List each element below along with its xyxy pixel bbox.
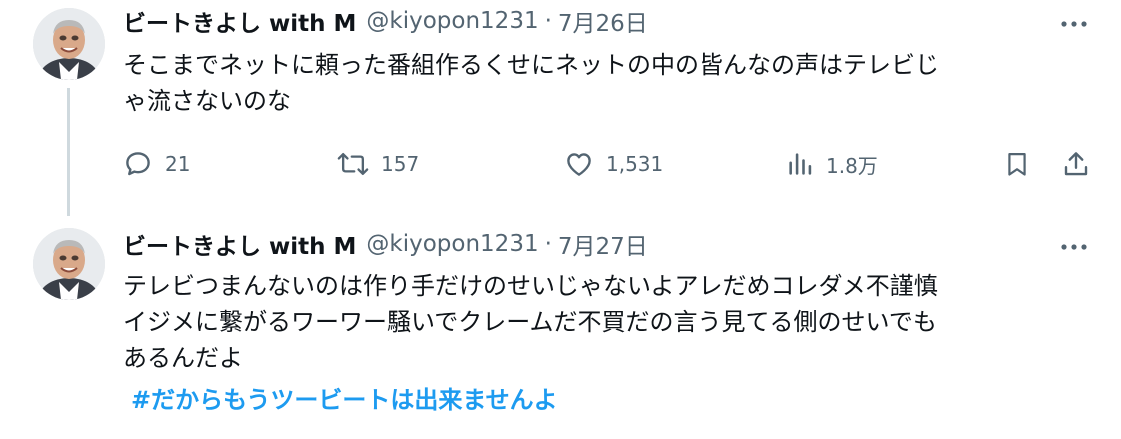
- tweet-text-line: あるんだよ: [123, 344, 243, 372]
- user-handle[interactable]: @kiyopon1231: [366, 231, 538, 257]
- thread-connector-line: [67, 88, 70, 216]
- tweet-text: テレビつまんないのは作り手だけのせいじゃないよアレだめコレダメ不謹慎 イジメに繋…: [123, 268, 1088, 418]
- share-icon: [1061, 149, 1091, 179]
- tweet-date[interactable]: 7月27日: [558, 227, 648, 261]
- separator-dot: ·: [544, 8, 552, 34]
- more-horizontal-icon[interactable]: [1057, 12, 1091, 36]
- avatar[interactable]: [33, 8, 105, 80]
- like-count: 1,531: [606, 152, 664, 176]
- tweet-date[interactable]: 7月26日: [558, 4, 648, 38]
- tweet-2[interactable]: ビートきよし with M @kiyopon1231 · 7月27日 テレビつま…: [0, 216, 1121, 439]
- hashtag-link[interactable]: #だからもうツービートは出来ませんよ: [131, 382, 1088, 418]
- retweet-button[interactable]: 157: [337, 146, 419, 182]
- heart-icon: [564, 149, 594, 179]
- retweet-icon: [337, 149, 369, 179]
- user-handle[interactable]: @kiyopon1231: [366, 8, 538, 34]
- reply-icon: [123, 149, 153, 179]
- reply-button[interactable]: 21: [123, 146, 190, 182]
- separator-dot: ·: [544, 231, 552, 257]
- reply-count: 21: [165, 152, 191, 176]
- tweet-text: そこまでネットに頼った番組作るくせにネットの中の皆んなの声はテレビじ ゃ流さない…: [123, 47, 1088, 119]
- tweet-actions: 21 157 1,531 1.8万: [123, 146, 1093, 186]
- share-button[interactable]: [1061, 146, 1091, 182]
- display-name[interactable]: ビートきよし with M: [123, 227, 356, 261]
- tweet-header: ビートきよし with M @kiyopon1231 · 7月26日: [123, 4, 648, 38]
- tweet-header: ビートきよし with M @kiyopon1231 · 7月27日: [123, 227, 648, 261]
- display-name[interactable]: ビートきよし with M: [123, 4, 356, 38]
- views-button[interactable]: 1.8万: [786, 146, 878, 182]
- tweet-text-line: そこまでネットに頼った番組作るくせにネットの中の皆んなの声はテレビじ: [123, 51, 939, 79]
- views-count: 1.8万: [826, 153, 878, 178]
- retweet-count: 157: [381, 152, 420, 176]
- bookmark-icon: [1003, 149, 1031, 179]
- more-horizontal-icon[interactable]: [1057, 235, 1091, 259]
- tweet-text-line: テレビつまんないのは作り手だけのせいじゃないよアレだめコレダメ不謹慎: [123, 272, 938, 300]
- avatar[interactable]: [33, 228, 105, 300]
- tweet-text-line: ゃ流さないのな: [123, 87, 291, 115]
- bookmark-button[interactable]: [1003, 146, 1031, 182]
- views-chart-icon: [786, 149, 814, 179]
- tweet-1[interactable]: ビートきよし with M @kiyopon1231 · 7月26日 そこまでネ…: [0, 0, 1121, 216]
- like-button[interactable]: 1,531: [564, 146, 663, 182]
- tweet-text-line: イジメに繋がるワーワー騒いでクレームだ不買だの言う見てる側のせいでも: [123, 308, 937, 336]
